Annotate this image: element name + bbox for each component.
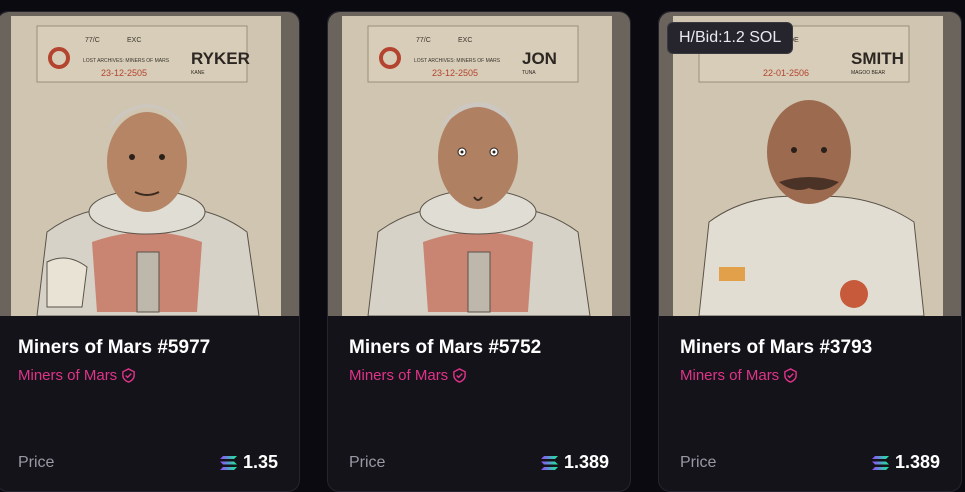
collection-link[interactable]: Miners of Mars bbox=[18, 367, 136, 384]
collection-name: Miners of Mars bbox=[680, 367, 780, 384]
svg-text:22-01-2506: 22-01-2506 bbox=[763, 68, 809, 78]
svg-text:KANE: KANE bbox=[191, 70, 205, 76]
verified-shield-icon bbox=[122, 368, 136, 383]
svg-text:LOST ARCHIVES: MINERS OF MARS: LOST ARCHIVES: MINERS OF MARS bbox=[414, 58, 501, 64]
price-amount: 1.389 bbox=[894, 452, 940, 472]
price-amount: 1.389 bbox=[563, 452, 609, 472]
collection-name: Miners of Mars bbox=[349, 367, 449, 384]
svg-text:RYKER: RYKER bbox=[191, 49, 250, 68]
nft-artwork[interactable]: 77/C EXC LOST ARCHIVES: MINERS OF MARS 2… bbox=[0, 12, 299, 316]
svg-text:77/C: 77/C bbox=[416, 37, 431, 44]
nft-artwork[interactable]: 77/C EXC LOST ARCHIVES: MINERS OF MARS 2… bbox=[328, 12, 630, 316]
nft-title[interactable]: Miners of Mars #5977 bbox=[18, 337, 210, 359]
svg-text:LOST ARCHIVES: MINERS OF MARS: LOST ARCHIVES: MINERS OF MARS bbox=[83, 58, 170, 64]
collection-link[interactable]: Miners of Mars bbox=[349, 367, 467, 384]
price-label: Price bbox=[680, 454, 717, 471]
svg-text:77/C: 77/C bbox=[85, 37, 100, 44]
nft-card[interactable]: 77/C EXC LOST ARCHIVES: MINERS OF MARS 2… bbox=[327, 11, 631, 492]
nft-artwork[interactable]: DE 22-01-2506 SMITH MAGOO BEAR bbox=[659, 12, 961, 316]
price-value: 1.389 bbox=[871, 452, 940, 473]
solana-icon bbox=[540, 455, 558, 470]
verified-shield-icon bbox=[784, 368, 798, 383]
nft-title[interactable]: Miners of Mars #3793 bbox=[680, 337, 872, 359]
svg-text:23-12-2505: 23-12-2505 bbox=[101, 68, 147, 78]
nft-title[interactable]: Miners of Mars #5752 bbox=[349, 337, 541, 359]
highest-bid-tooltip: H/Bid:1.2 SOL bbox=[667, 22, 794, 54]
price-value: 1.35 bbox=[219, 452, 278, 473]
price-value: 1.389 bbox=[540, 452, 609, 473]
price-amount: 1.35 bbox=[242, 452, 278, 472]
solana-icon bbox=[219, 455, 237, 470]
svg-text:EXC: EXC bbox=[458, 37, 472, 44]
svg-text:23-12-2505: 23-12-2505 bbox=[432, 68, 478, 78]
collection-link[interactable]: Miners of Mars bbox=[680, 367, 798, 384]
svg-text:MAGOO BEAR: MAGOO BEAR bbox=[851, 70, 886, 76]
price-label: Price bbox=[349, 454, 386, 471]
collection-name: Miners of Mars bbox=[18, 367, 118, 384]
price-label: Price bbox=[18, 454, 55, 471]
svg-text:EXC: EXC bbox=[127, 37, 141, 44]
nft-card[interactable]: DE 22-01-2506 SMITH MAGOO BEAR Miners of… bbox=[658, 11, 962, 492]
nft-card[interactable]: 77/C EXC LOST ARCHIVES: MINERS OF MARS 2… bbox=[0, 11, 300, 492]
verified-shield-icon bbox=[453, 368, 467, 383]
solana-icon bbox=[871, 455, 889, 470]
svg-text:TUNA: TUNA bbox=[522, 70, 536, 76]
svg-text:JON: JON bbox=[522, 49, 557, 68]
svg-text:SMITH: SMITH bbox=[851, 49, 904, 68]
